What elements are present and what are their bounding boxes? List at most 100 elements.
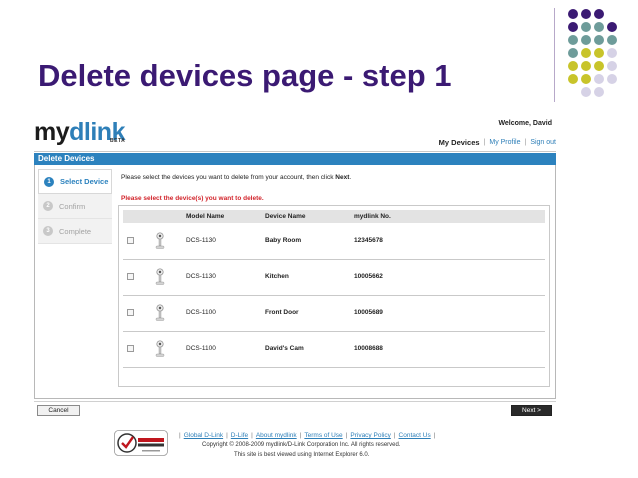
device-checkbox[interactable] — [127, 309, 134, 316]
footer-separator: | — [345, 432, 348, 439]
camera-icon — [155, 340, 165, 357]
footer-link-dlife[interactable]: D-Life — [231, 432, 248, 439]
decorative-dot — [594, 48, 604, 58]
footer-separator: | — [299, 432, 302, 439]
model-name: DCS-1130 — [186, 273, 216, 280]
decorative-dot — [581, 87, 591, 97]
step-number-badge: 1 — [44, 176, 54, 187]
table-row: DCS-1100 David's Cam 10008688 — [123, 332, 545, 368]
table-row: DCS-1100 Front Door 10005689 — [123, 296, 545, 332]
decorative-dot — [581, 22, 591, 32]
instruction-text: Please select the devices you want to de… — [121, 174, 351, 181]
decorative-dot — [568, 61, 578, 71]
device-checkbox[interactable] — [127, 237, 134, 244]
step-label: Complete — [59, 226, 92, 236]
decorative-dot — [581, 61, 591, 71]
mydlink-number: 10008688 — [354, 345, 383, 352]
header-device-name: Device Name — [265, 213, 306, 220]
step-complete: 3 Complete — [38, 219, 112, 244]
mydlink-app-screenshot: mydlink BETA Welcome, David My Devices |… — [34, 113, 556, 423]
table-row: DCS-1130 Baby Room 12345678 — [123, 224, 545, 260]
footer-link-contact[interactable]: Contact Us — [399, 432, 431, 439]
decorative-dot — [581, 48, 591, 58]
model-name: DCS-1100 — [186, 309, 216, 316]
table-row: DCS-1130 Kitchen 10005662 — [123, 260, 545, 296]
step-number-badge: 3 — [43, 226, 53, 236]
model-name: DCS-1100 — [186, 345, 216, 352]
decorative-dot — [594, 35, 604, 45]
nav-separator: | — [524, 139, 527, 146]
mydlink-number: 10005662 — [354, 273, 383, 280]
nav-my-profile[interactable]: My Profile — [489, 139, 520, 146]
decorative-dot — [594, 74, 604, 84]
decorative-dot — [607, 74, 617, 84]
decorative-dot — [568, 74, 578, 84]
step-label: Select Device — [60, 177, 109, 186]
footer-separator: | — [393, 432, 396, 439]
header-model-name: Model Name — [186, 213, 225, 220]
logo-my: my — [34, 118, 70, 146]
verisign-secured-logo — [114, 430, 168, 456]
footer-link-global-dlink[interactable]: Global D-Link — [184, 432, 223, 439]
next-button[interactable]: Next > — [511, 405, 552, 416]
decorative-dot — [594, 61, 604, 71]
cancel-button[interactable]: Cancel — [37, 405, 80, 416]
decorative-dot — [607, 61, 617, 71]
footer-separator: | — [433, 432, 436, 439]
camera-icon — [155, 268, 165, 285]
step-confirm: 2 Confirm — [38, 194, 112, 219]
decorative-dot — [594, 9, 604, 19]
steps-sidebar: 1 Select Device 2 Confirm 3 Complete — [38, 169, 112, 244]
top-navigation: My Devices | My Profile | Sign out — [439, 138, 556, 147]
decorative-dot — [581, 74, 591, 84]
decorative-dot — [568, 35, 578, 45]
footer-separator: | — [179, 432, 181, 439]
model-name: DCS-1130 — [186, 237, 216, 244]
nav-separator: | — [483, 139, 486, 146]
decorative-dot — [568, 48, 578, 58]
mydlink-number: 10005689 — [354, 309, 383, 316]
header-divider — [34, 151, 556, 152]
camera-icon — [155, 232, 165, 249]
device-name: Kitchen — [265, 273, 289, 280]
step-label: Confirm — [59, 201, 86, 211]
welcome-text: Welcome, David — [498, 120, 552, 127]
nav-sign-out[interactable]: Sign out — [530, 139, 556, 146]
device-checkbox[interactable] — [127, 345, 134, 352]
decorative-dot — [594, 87, 604, 97]
decorative-dot — [607, 35, 617, 45]
decorative-dot — [568, 9, 578, 19]
logo-beta-label: BETA — [110, 138, 126, 144]
device-name: Front Door — [265, 309, 299, 316]
decorative-dot — [607, 22, 617, 32]
best-viewed-text: This site is best viewed using Internet … — [234, 452, 370, 458]
copyright-text: Copyright © 2008-2009 mydlink/D-Link Cor… — [202, 442, 401, 448]
device-checkbox[interactable] — [127, 273, 134, 280]
mydlink-number: 12345678 — [354, 237, 383, 244]
footer-separator: | — [226, 432, 228, 439]
table-header: Model Name Device Name mydlink No. — [123, 210, 545, 223]
decorative-dot — [607, 48, 617, 58]
header-mydlink-no: mydlink No. — [354, 213, 391, 220]
instruction-end: . — [349, 174, 352, 181]
panel-title: Delete Devices — [34, 153, 556, 165]
decorative-dot — [581, 9, 591, 19]
footer-link-privacy[interactable]: Privacy Policy — [350, 432, 390, 439]
footer-separator: | — [251, 432, 253, 439]
footer-link-terms[interactable]: Terms of Use — [304, 432, 342, 439]
step-number-badge: 2 — [43, 201, 53, 211]
slide-title: Delete devices page - step 1 — [38, 58, 452, 93]
device-name: Baby Room — [265, 237, 302, 244]
footer-link-about[interactable]: About mydlink — [256, 432, 297, 439]
action-bar: Cancel Next > — [34, 401, 556, 419]
decorative-dot — [581, 35, 591, 45]
device-table: Model Name Device Name mydlink No. DCS-1… — [118, 205, 550, 387]
instruction-main: Please select the devices you want to de… — [121, 174, 334, 181]
camera-icon — [155, 304, 165, 321]
instruction-next-word: Next — [335, 174, 350, 181]
decorative-dot — [594, 22, 604, 32]
nav-my-devices[interactable]: My Devices — [439, 138, 480, 147]
decorative-dot — [568, 22, 578, 32]
device-name: David's Cam — [265, 345, 304, 352]
step-select-device: 1 Select Device — [38, 169, 112, 194]
